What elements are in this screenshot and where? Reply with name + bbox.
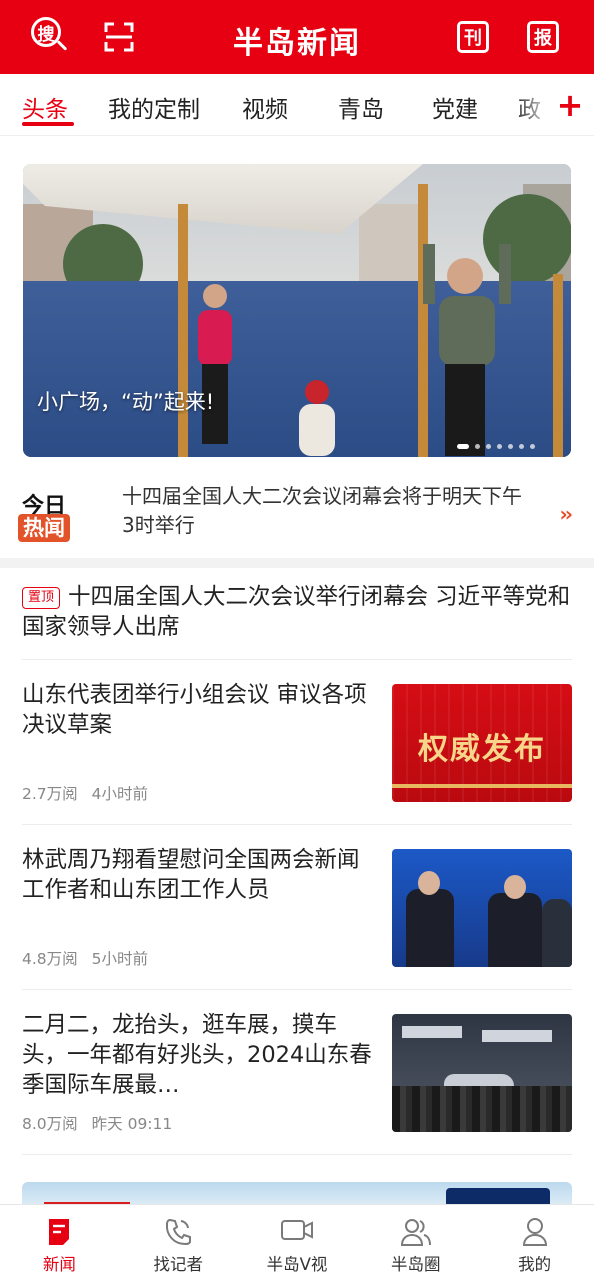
- person-image: [423, 244, 511, 456]
- hot-news-logo-badge: 热闻: [18, 514, 70, 542]
- news-item[interactable]: 二月二，龙抬头，逛车展，摸车头，一年都有好兆头，2024山东春季国际车展最… 8…: [22, 1010, 572, 1134]
- app-title: 半岛新闻: [233, 26, 361, 61]
- nav-news[interactable]: 新闻: [0, 1205, 119, 1280]
- news-title: 二月二，龙抬头，逛车展，摸车头，一年都有好兆头，2024山东春季国际车展最…: [22, 1012, 372, 1098]
- pinned-badge: 置顶: [22, 587, 61, 609]
- nav-label: 半岛V视: [266, 1255, 328, 1274]
- pinned-article[interactable]: 置顶 十四届全国人大二次会议举行闭幕会 习近平等党和国家领导人出席: [22, 582, 572, 642]
- channel-tabs: 头条 我的定制 视频 青岛 党建 政 +: [0, 74, 594, 136]
- news-item[interactable]: 林武周乃翔看望慰问全国两会新闻工作者和山东团工作人员 4.8万阅 5小时前: [22, 845, 572, 969]
- section-divider: [0, 558, 594, 568]
- read-count: 4.8万阅: [22, 950, 78, 968]
- divider: [22, 1154, 572, 1155]
- person-image: [198, 284, 232, 444]
- publish-time: 4小时前: [91, 785, 149, 803]
- news-item[interactable]: 山东代表团举行小组会议 审议各项决议草案 2.7万阅 4小时前 权威发布: [22, 680, 572, 804]
- divider: [22, 989, 572, 990]
- tab-my-custom[interactable]: 我的定制: [108, 90, 200, 124]
- pinned-title: 十四届全国人大二次会议举行闭幕会 习近平等党和国家领导人出席: [22, 584, 571, 640]
- nav-label: 我的: [518, 1255, 552, 1274]
- video-icon: [280, 1220, 313, 1240]
- journal-icon: 刊: [457, 21, 489, 53]
- read-count: 8.0万阅: [22, 1115, 78, 1133]
- nav-community[interactable]: 半岛圈: [356, 1205, 475, 1280]
- community-icon: [400, 1219, 431, 1246]
- news-thumbnail: 权威发布: [392, 684, 572, 802]
- tab-video[interactable]: 视频: [242, 90, 288, 124]
- double-chevron-right-icon[interactable]: ››: [560, 502, 574, 526]
- read-count: 2.7万阅: [22, 785, 78, 803]
- newspaper-button[interactable]: 报: [522, 16, 564, 58]
- phone-icon: [166, 1218, 192, 1246]
- profile-icon: [522, 1218, 547, 1246]
- hot-news-ticker[interactable]: 今日 热闻 十四届全国人大二次会议闭幕会将于明天下午3时举行 ››: [0, 474, 594, 554]
- banner-caption: 小广场，“动”起来!: [37, 390, 215, 414]
- publish-time: 5小时前: [91, 950, 149, 968]
- journal-button[interactable]: 刊: [452, 16, 494, 58]
- tab-qingdao[interactable]: 青岛: [338, 90, 384, 124]
- news-title: 林武周乃翔看望慰问全国两会新闻工作者和山东团工作人员: [22, 847, 360, 903]
- thumbnail-text: 权威发布: [418, 732, 546, 767]
- publish-time: 昨天 09:11: [91, 1115, 173, 1133]
- news-thumbnail: [392, 849, 572, 967]
- newspaper-icon: 报: [527, 21, 559, 53]
- nav-video[interactable]: 半岛V视: [238, 1205, 357, 1280]
- news-meta: 2.7万阅 4小时前: [22, 782, 148, 804]
- nav-find-reporter[interactable]: 找记者: [119, 1205, 238, 1280]
- tab-party[interactable]: 党建: [432, 90, 478, 124]
- nav-profile[interactable]: 我的: [475, 1205, 594, 1280]
- news-thumbnail: [392, 1014, 572, 1132]
- nav-label: 新闻: [42, 1255, 76, 1274]
- divider: [22, 659, 572, 660]
- add-channel-button[interactable]: +: [546, 80, 594, 130]
- tab-headlines[interactable]: 头条: [22, 90, 68, 124]
- news-meta: 8.0万阅 昨天 09:11: [22, 1112, 172, 1134]
- carousel-indicator: [457, 444, 535, 449]
- divider: [22, 824, 572, 825]
- banner-carousel[interactable]: 小广场，“动”起来!: [23, 164, 571, 457]
- active-tab-indicator: [22, 122, 74, 126]
- news-title: 山东代表团举行小组会议 审议各项决议草案: [22, 682, 367, 738]
- bottom-navigation: 新闻 找记者 半岛V视 半岛圈 我的: [0, 1204, 594, 1280]
- child-image: [299, 380, 335, 456]
- app-header: 搜 半岛新闻 刊 报: [0, 0, 594, 74]
- news-meta: 4.8万阅 5小时前: [22, 947, 148, 969]
- nav-label: 找记者: [153, 1255, 203, 1274]
- hot-news-headline[interactable]: 十四届全国人大二次会议闭幕会将于明天下午3时举行: [122, 482, 532, 540]
- news-icon: [49, 1219, 70, 1245]
- nav-label: 半岛圈: [391, 1255, 441, 1274]
- plus-icon: +: [556, 86, 584, 124]
